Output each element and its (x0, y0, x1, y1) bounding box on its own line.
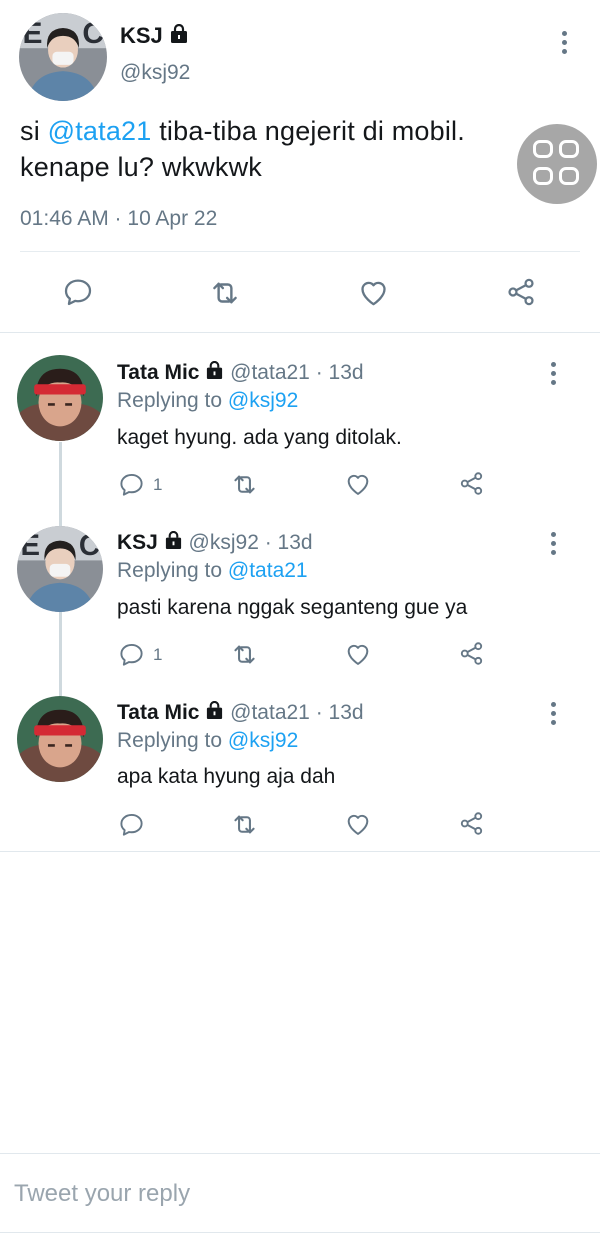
like-button[interactable] (357, 276, 390, 309)
replying-to: Replying to @ksj92 (117, 389, 298, 413)
grid-icon (533, 140, 553, 158)
share-icon (458, 470, 485, 497)
reply-handle[interactable]: @tata21 (230, 361, 310, 384)
reply-time: · 13d (315, 701, 364, 724)
reply-time: · 13d (264, 531, 313, 554)
replying-to: Replying to @tata21 (117, 559, 308, 583)
lock-icon (169, 24, 189, 44)
reply-text: apa kata hyung aja dah (117, 765, 336, 788)
retweet-button[interactable] (230, 810, 259, 839)
reply-header: Tata Mic @tata21 · 13d (117, 701, 364, 725)
thread-connector (59, 442, 62, 526)
replying-to: Replying to @ksj92 (117, 729, 298, 753)
divider (20, 251, 580, 252)
more-vertical-icon[interactable] (551, 362, 557, 389)
replying-to-link[interactable]: @ksj92 (228, 729, 298, 752)
reply-author-name[interactable]: KSJ (117, 531, 158, 554)
reply-icon (118, 811, 145, 838)
reply-button[interactable]: 1 (118, 471, 162, 498)
reply-button[interactable] (118, 811, 145, 838)
heart-icon (344, 810, 372, 838)
author-name-row[interactable]: KSJ (120, 23, 189, 49)
reply-icon (118, 471, 145, 498)
reply-handle[interactable]: @ksj92 (189, 531, 259, 554)
retweet-icon (208, 276, 242, 310)
replying-to-label: Replying to (117, 559, 223, 582)
replying-to-label: Replying to (117, 729, 223, 752)
grid-icon (533, 167, 553, 185)
share-button[interactable] (458, 810, 485, 837)
more-vertical-icon[interactable] (562, 31, 568, 58)
more-vertical-icon[interactable] (551, 532, 557, 559)
thread-connector (59, 612, 62, 696)
heart-icon (344, 640, 372, 668)
replying-to-link[interactable]: @ksj92 (228, 389, 298, 412)
grid-icon (559, 140, 579, 158)
reply-header: KSJ @ksj92 · 13d (117, 531, 313, 555)
author-avatar[interactable] (19, 13, 107, 101)
share-icon (458, 810, 485, 837)
retweet-icon (230, 810, 259, 839)
retweet-button[interactable] (208, 276, 242, 310)
more-vertical-icon[interactable] (551, 702, 557, 729)
reply-author-name[interactable]: Tata Mic (117, 361, 199, 384)
replying-to-link[interactable]: @tata21 (228, 559, 308, 582)
share-icon (458, 640, 485, 667)
retweet-icon (230, 470, 259, 499)
reply-count: 1 (153, 474, 163, 494)
author-name[interactable]: KSJ (120, 23, 163, 48)
replying-to-label: Replying to (117, 389, 223, 412)
floating-grid-button[interactable] (517, 124, 597, 204)
reply-button[interactable] (62, 276, 94, 308)
retweet-button[interactable] (230, 640, 259, 669)
like-button[interactable] (344, 640, 372, 668)
composer-bottom-border (0, 1232, 600, 1233)
heart-icon (357, 276, 390, 309)
avatar[interactable] (17, 355, 103, 441)
like-button[interactable] (344, 810, 372, 838)
reply-icon (62, 276, 94, 308)
lock-icon (164, 531, 183, 550)
share-button[interactable] (458, 640, 485, 667)
avatar[interactable] (17, 526, 103, 612)
reply-text: kaget hyung. ada yang ditolak. (117, 426, 402, 449)
reply-text: pasti karena nggak seganteng gue ya (117, 596, 468, 619)
lock-icon (205, 361, 224, 380)
share-button[interactable] (505, 276, 537, 308)
tweet-timestamp: 01:46 AM · 10 Apr 22 (20, 207, 218, 230)
share-icon (505, 276, 537, 308)
mention-link[interactable]: @tata21 (48, 116, 152, 146)
retweet-button[interactable] (230, 470, 259, 499)
tweet-text-start: si (20, 116, 48, 146)
reply-input[interactable] (0, 1160, 600, 1228)
reply-header: Tata Mic @tata21 · 13d (117, 361, 364, 385)
reply-time: · 13d (315, 361, 364, 384)
composer-top-border (0, 1153, 600, 1154)
reply-handle[interactable]: @tata21 (230, 701, 310, 724)
reply-count: 1 (153, 644, 163, 664)
lock-icon (205, 701, 224, 720)
divider (0, 851, 600, 852)
author-handle[interactable]: @ksj92 (120, 61, 190, 85)
avatar[interactable] (17, 696, 103, 782)
like-button[interactable] (344, 470, 372, 498)
divider (0, 332, 600, 333)
reply-author-name[interactable]: Tata Mic (117, 701, 199, 724)
share-button[interactable] (458, 470, 485, 497)
grid-icon (559, 167, 579, 185)
reply-icon (118, 641, 145, 668)
reply-button[interactable]: 1 (118, 641, 162, 668)
tweet-text: si @tata21 tiba-tiba ngejerit di mobil. … (20, 113, 500, 185)
retweet-icon (230, 640, 259, 669)
heart-icon (344, 470, 372, 498)
